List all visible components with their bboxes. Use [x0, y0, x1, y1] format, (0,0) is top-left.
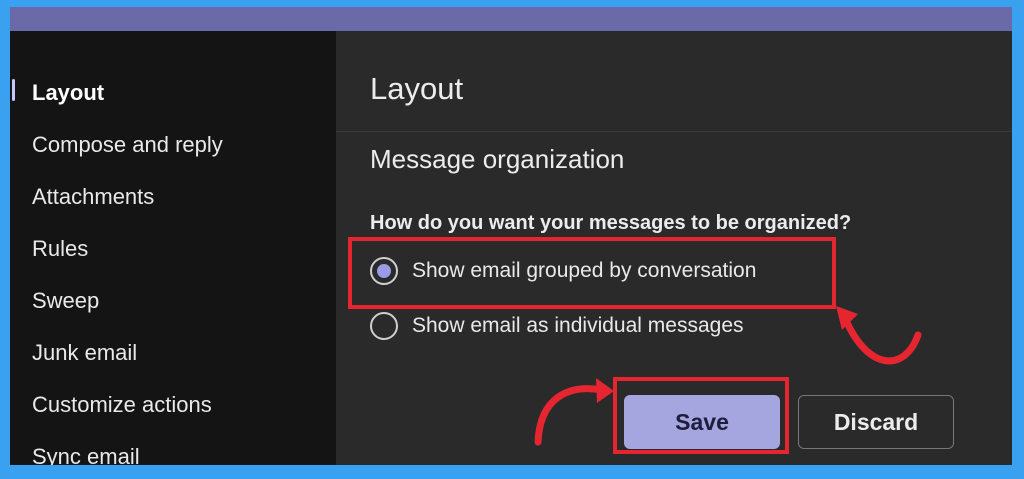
- discard-button[interactable]: Discard: [798, 395, 954, 449]
- section-title: Message organization: [370, 144, 625, 174]
- save-button[interactable]: Save: [624, 395, 780, 449]
- radio-individual-messages[interactable]: Show email as individual messages: [370, 312, 744, 340]
- sidebar-item-customize-actions[interactable]: Customize actions: [32, 392, 212, 418]
- page-title: Layout: [370, 71, 464, 106]
- radio-unselected-icon[interactable]: [370, 312, 398, 340]
- header-divider: [336, 131, 1012, 132]
- settings-content: Layout Message organization How do you w…: [336, 31, 1012, 465]
- radio-selected-icon[interactable]: [370, 257, 398, 285]
- sidebar-item-sweep[interactable]: Sweep: [32, 288, 99, 314]
- radio-label: Show email as individual messages: [412, 314, 744, 337]
- sidebar-item-compose-and-reply[interactable]: Compose and reply: [32, 132, 223, 158]
- sidebar-item-rules[interactable]: Rules: [32, 236, 88, 262]
- title-bar: [10, 7, 1012, 31]
- settings-window: Layout Compose and reply Attachments Rul…: [10, 7, 1012, 465]
- sidebar-item-layout[interactable]: Layout: [32, 80, 104, 106]
- sidebar-item-attachments[interactable]: Attachments: [32, 184, 154, 210]
- active-indicator: [12, 79, 15, 101]
- sidebar-item-sync-email[interactable]: Sync email: [32, 444, 140, 465]
- sidebar-item-junk-email[interactable]: Junk email: [32, 340, 137, 366]
- radio-grouped-by-conversation[interactable]: Show email grouped by conversation: [370, 257, 756, 285]
- radio-dot-icon: [377, 264, 391, 278]
- organization-question: How do you want your messages to be orga…: [370, 212, 852, 234]
- settings-sidebar: Layout Compose and reply Attachments Rul…: [10, 31, 336, 465]
- radio-label: Show email grouped by conversation: [412, 259, 757, 282]
